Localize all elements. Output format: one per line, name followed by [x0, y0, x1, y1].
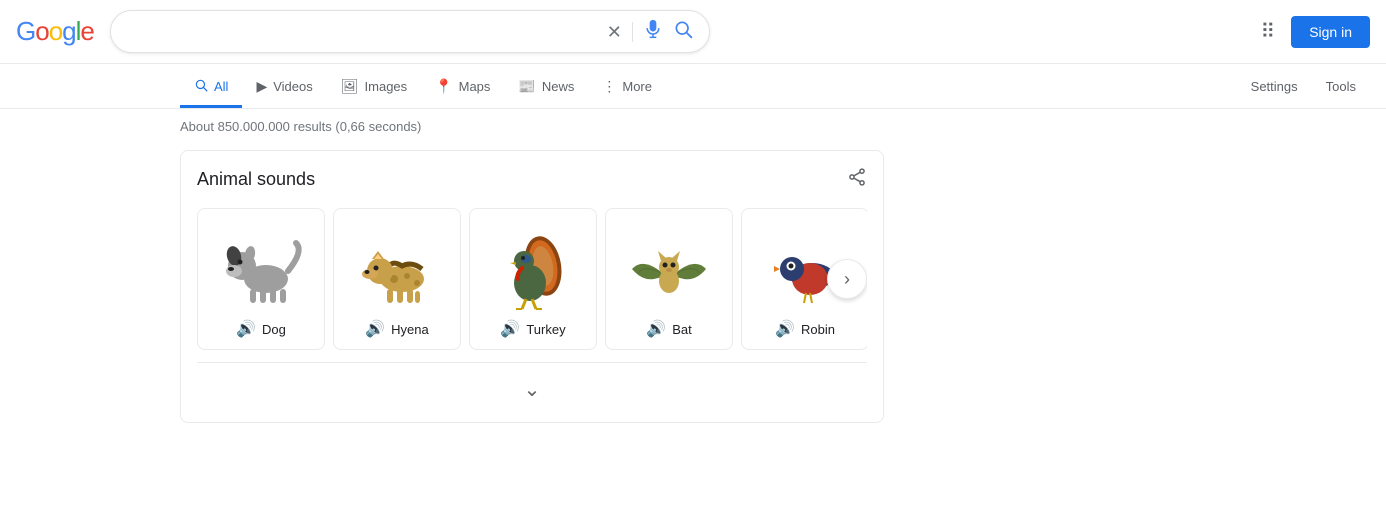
- clear-icon[interactable]: ✕: [607, 23, 622, 41]
- tab-maps-label: Maps: [459, 79, 491, 94]
- share-icon[interactable]: [847, 167, 867, 192]
- search-submit-icon[interactable]: [673, 19, 693, 44]
- tab-more[interactable]: ⋮ More: [588, 68, 666, 108]
- expand-section: ⌄: [197, 362, 867, 406]
- animal-card-turkey[interactable]: 🔊 Turkey: [469, 208, 597, 350]
- search-icons: ✕: [607, 19, 693, 44]
- more-icon: ⋮: [602, 78, 616, 95]
- tab-images-label: Images: [365, 79, 408, 94]
- animal-name-dog: Dog: [262, 322, 286, 337]
- animal-label-bat: 🔊 Bat: [646, 319, 691, 339]
- animal-label-turkey: 🔊 Turkey: [500, 319, 565, 339]
- tab-videos-label: Videos: [273, 79, 313, 94]
- tab-all[interactable]: All: [180, 68, 242, 108]
- animal-label-dog: 🔊 Dog: [236, 319, 286, 339]
- sign-in-button[interactable]: Sign in: [1291, 16, 1370, 48]
- animal-label-hyena: 🔊 Hyena: [365, 319, 429, 339]
- panel-header: Animal sounds: [197, 167, 867, 192]
- sound-icon-bat[interactable]: 🔊: [646, 319, 666, 339]
- results-info: About 850.000.000 results (0,66 seconds): [0, 109, 1386, 142]
- tab-videos[interactable]: ▶ Videos: [242, 68, 326, 108]
- google-logo[interactable]: Google: [16, 16, 94, 47]
- news-icon: 📰: [518, 78, 535, 95]
- tab-maps[interactable]: 📍 Maps: [421, 68, 504, 108]
- animal-card-dog[interactable]: 🔊 Dog: [197, 208, 325, 350]
- animals-row: 🔊 Dog: [197, 208, 867, 350]
- header-right: ⠿ Sign in: [1261, 16, 1370, 48]
- apps-icon[interactable]: ⠿: [1261, 19, 1276, 44]
- search-divider: [632, 22, 633, 42]
- logo-letter-g: g: [62, 16, 75, 46]
- tab-images[interactable]: 🖼 Images: [327, 68, 421, 108]
- maps-icon: 📍: [435, 78, 452, 95]
- panel-title: Animal sounds: [197, 169, 315, 190]
- mic-icon[interactable]: [643, 19, 663, 44]
- animal-name-hyena: Hyena: [391, 322, 429, 337]
- settings-label: Settings: [1251, 79, 1298, 94]
- sound-icon-dog[interactable]: 🔊: [236, 319, 256, 339]
- search-input[interactable]: What sound does a dog make: [127, 23, 597, 41]
- animal-label-robin: 🔊 Robin: [775, 319, 835, 339]
- tab-news[interactable]: 📰 News: [504, 68, 588, 108]
- animal-image-hyena: [352, 221, 442, 311]
- next-button[interactable]: ›: [827, 259, 867, 299]
- animal-name-turkey: Turkey: [526, 322, 565, 337]
- animal-name-robin: Robin: [801, 322, 835, 337]
- logo-letter-o1: o: [35, 16, 48, 46]
- tab-tools[interactable]: Tools: [1312, 69, 1370, 107]
- videos-icon: ▶: [256, 78, 267, 95]
- tools-label: Tools: [1326, 79, 1356, 94]
- nav-tabs: All ▶ Videos 🖼 Images 📍 Maps 📰 News ⋮ Mo…: [0, 64, 1386, 109]
- images-icon: 🖼: [341, 78, 359, 95]
- logo-letter-e: e: [80, 16, 93, 46]
- all-icon: [194, 78, 208, 95]
- animal-name-bat: Bat: [672, 322, 692, 337]
- sound-icon-robin[interactable]: 🔊: [775, 319, 795, 339]
- sound-icon-turkey[interactable]: 🔊: [500, 319, 520, 339]
- tab-more-label: More: [622, 79, 652, 94]
- logo-letter-G: G: [16, 16, 35, 46]
- animal-image-turkey: [488, 221, 578, 311]
- animal-card-hyena[interactable]: 🔊 Hyena: [333, 208, 461, 350]
- results-count: About 850.000.000 results (0,66 seconds): [180, 119, 421, 134]
- search-bar: What sound does a dog make ✕: [110, 10, 710, 53]
- knowledge-panel: Animal sounds: [180, 150, 884, 423]
- main-content: Animal sounds: [0, 150, 900, 423]
- animal-image-bat: [624, 221, 714, 311]
- tab-news-label: News: [542, 79, 575, 94]
- sound-icon-hyena[interactable]: 🔊: [365, 319, 385, 339]
- logo-letter-o2: o: [49, 16, 62, 46]
- animal-card-bat[interactable]: 🔊 Bat: [605, 208, 733, 350]
- tab-all-label: All: [214, 79, 228, 94]
- tab-settings[interactable]: Settings: [1237, 69, 1312, 107]
- expand-button[interactable]: ⌄: [500, 373, 565, 406]
- header: Google What sound does a dog make ✕: [0, 0, 1386, 64]
- animal-image-dog: [216, 221, 306, 311]
